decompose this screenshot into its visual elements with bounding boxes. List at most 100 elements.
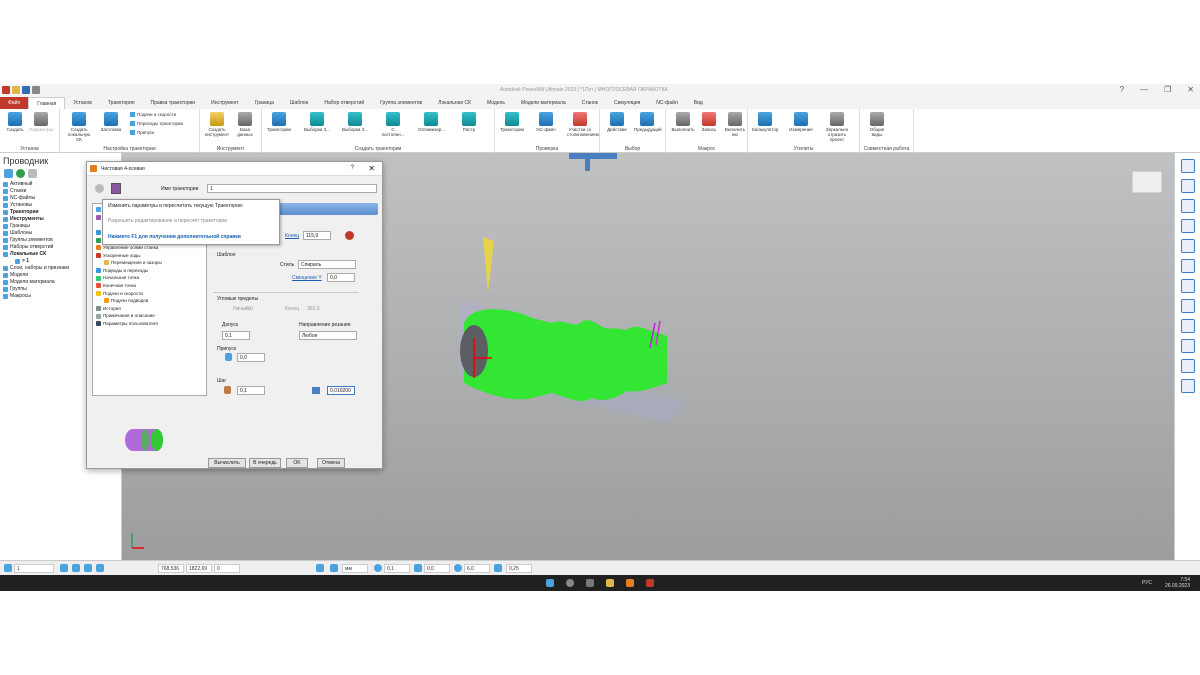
shaded-icon[interactable] bbox=[1180, 299, 1195, 313]
tab-8[interactable]: Набор отверстий bbox=[316, 97, 372, 109]
app-logo-icon[interactable] bbox=[2, 86, 10, 94]
layer-select[interactable]: 1 bbox=[14, 564, 54, 573]
clock[interactable]: 7:54 26.09.2023 bbox=[1165, 577, 1190, 589]
dialog-tree-item[interactable]: Примечания и описание bbox=[96, 312, 203, 320]
dialog-help-button[interactable]: ? bbox=[351, 165, 354, 171]
setup-params-button[interactable]: Параметры bbox=[28, 112, 54, 132]
step2-input[interactable]: 0,010200 bbox=[327, 386, 355, 395]
tab-3[interactable]: Траектория bbox=[100, 97, 143, 109]
tab-1[interactable]: Главная bbox=[28, 97, 66, 109]
transitions-button[interactable]: Переходы траектории bbox=[130, 121, 183, 126]
verify-button-2[interactable]: Участки со столкновением bbox=[567, 112, 599, 137]
restore-button[interactable]: ❐ bbox=[1164, 85, 1171, 94]
pick-limit-icon[interactable] bbox=[345, 231, 354, 240]
macro-button-0[interactable]: Выполнить bbox=[670, 112, 696, 132]
zoom-out-icon[interactable] bbox=[1180, 279, 1195, 293]
dialog-tree-item[interactable]: Перемещения и зазоры bbox=[96, 259, 203, 267]
pointer-icon[interactable] bbox=[1180, 379, 1195, 393]
dialog-tree-item[interactable]: Управление осями станка bbox=[96, 244, 203, 252]
workplane-icon[interactable] bbox=[316, 564, 324, 572]
coord-x-field[interactable]: 768,536 bbox=[158, 564, 184, 573]
language-indicator[interactable]: РУС bbox=[1142, 580, 1152, 586]
zoom-icon[interactable] bbox=[1180, 219, 1195, 233]
utils-button-1[interactable]: Измерение bbox=[788, 112, 814, 132]
help-icon[interactable]: ? bbox=[1120, 85, 1124, 94]
viewcube[interactable] bbox=[1131, 170, 1163, 194]
select-icon[interactable] bbox=[1180, 359, 1195, 373]
tab-2[interactable]: Установ bbox=[65, 97, 100, 109]
part-model[interactable] bbox=[464, 309, 667, 401]
dialog-tree-item[interactable]: Конечная точка bbox=[96, 282, 203, 290]
tab-15[interactable]: NC-файл bbox=[648, 97, 686, 109]
angle-start-input[interactable]: 0,0 bbox=[246, 306, 253, 312]
stock-button[interactable]: Заготовка bbox=[98, 112, 124, 132]
tab-14[interactable]: Симуляция bbox=[606, 97, 648, 109]
task-view-icon[interactable] bbox=[586, 579, 594, 587]
create_paths-button-3[interactable]: С постоянн... bbox=[380, 112, 406, 137]
open-icon[interactable] bbox=[12, 86, 20, 94]
tool-db-button[interactable]: База данных bbox=[232, 112, 258, 137]
tab-10[interactable]: Локальная СК bbox=[430, 97, 479, 109]
minimize-button[interactable]: — bbox=[1140, 85, 1148, 94]
create_paths-button-5[interactable]: Растр bbox=[456, 112, 482, 132]
create_paths-button-1[interactable]: Выборка 3... bbox=[304, 112, 330, 132]
explorer-icon[interactable] bbox=[606, 579, 614, 587]
limit-link[interactable]: Конец bbox=[285, 233, 299, 239]
create_paths-button-4[interactable]: Оптимизир... bbox=[418, 112, 445, 132]
tab-16[interactable]: Вид bbox=[686, 97, 711, 109]
tab-12[interactable]: Модели материала bbox=[513, 97, 574, 109]
start-icon[interactable] bbox=[546, 579, 554, 587]
dialog-tree-item[interactable]: Ускоренные ходы bbox=[96, 252, 203, 260]
refresh-icon[interactable] bbox=[16, 169, 25, 178]
dialog-tree-item[interactable]: Параметры пользователя bbox=[96, 320, 203, 328]
ok-button[interactable]: OK bbox=[286, 458, 308, 468]
create_paths-button-0[interactable]: Траектории bbox=[266, 112, 292, 132]
allowance-input[interactable]: 0,0 bbox=[237, 353, 265, 362]
create-cs-button[interactable]: Создать локальную СК bbox=[66, 112, 92, 142]
filter-icon[interactable] bbox=[4, 169, 13, 178]
setup-create-button[interactable]: Создать bbox=[2, 112, 28, 132]
snap-icon[interactable] bbox=[60, 564, 68, 572]
diameter-icon[interactable] bbox=[454, 564, 462, 572]
coord-z-field[interactable]: 0 bbox=[214, 564, 240, 573]
allowance-icon[interactable] bbox=[414, 564, 422, 572]
select-button-0[interactable]: Действие bbox=[604, 112, 630, 132]
close-button[interactable]: ✕ bbox=[1187, 85, 1194, 94]
tab-7[interactable]: Шаблон bbox=[282, 97, 317, 109]
dialog-close-button[interactable]: ✕ bbox=[368, 164, 375, 173]
utils-button-2[interactable]: Зеркально отразить проект bbox=[824, 112, 850, 142]
edit-toolpath-icon[interactable] bbox=[111, 183, 121, 194]
zoom-fit-icon[interactable] bbox=[1180, 239, 1195, 253]
macro-button-2[interactable]: Включить ию bbox=[722, 112, 748, 137]
tolerance-input[interactable]: 0,1 bbox=[222, 331, 250, 340]
macro-button-1[interactable]: Запись bbox=[696, 112, 722, 132]
tab-0[interactable]: Файл bbox=[0, 97, 29, 109]
tolerance-field[interactable]: 0,1 bbox=[384, 564, 410, 573]
limit-input[interactable]: 115,9 bbox=[303, 231, 331, 240]
angle-end-input[interactable]: 360,0 bbox=[307, 306, 320, 312]
undo-icon[interactable] bbox=[32, 86, 40, 94]
step-input[interactable]: 0,1 bbox=[237, 386, 265, 395]
verify-button-0[interactable]: Траектории bbox=[499, 112, 525, 132]
snap-edge-icon[interactable] bbox=[96, 564, 104, 572]
offset-link[interactable]: Смещение Y bbox=[292, 275, 322, 281]
queue-button[interactable]: В очередь bbox=[249, 458, 281, 468]
search-icon[interactable] bbox=[566, 579, 574, 587]
dialog-tree-item[interactable]: Начальная точка bbox=[96, 274, 203, 282]
feeds-button[interactable]: Подачи и скорости bbox=[130, 112, 176, 117]
gear-icon[interactable] bbox=[95, 184, 104, 193]
utils-button-0[interactable]: Калькулятор bbox=[752, 112, 778, 132]
allowance-button[interactable]: Припуск bbox=[130, 130, 154, 135]
grid-icon[interactable] bbox=[72, 564, 80, 572]
view-iso-icon[interactable] bbox=[1180, 199, 1195, 213]
stock-view-icon[interactable] bbox=[1180, 339, 1195, 353]
layer-icon[interactable] bbox=[4, 564, 12, 572]
wireframe-icon[interactable] bbox=[1180, 319, 1195, 333]
tab-4[interactable]: Правка траектории bbox=[143, 97, 204, 109]
tolerance-icon[interactable] bbox=[374, 564, 382, 572]
select-button-1[interactable]: Предыдущий bbox=[634, 112, 662, 132]
view-front-icon[interactable] bbox=[1180, 179, 1195, 193]
collab-button-0[interactable]: Общие виды bbox=[864, 112, 890, 137]
tab-9[interactable]: Группа элементов bbox=[372, 97, 430, 109]
create_paths-button-2[interactable]: Выборка 3... bbox=[342, 112, 368, 132]
